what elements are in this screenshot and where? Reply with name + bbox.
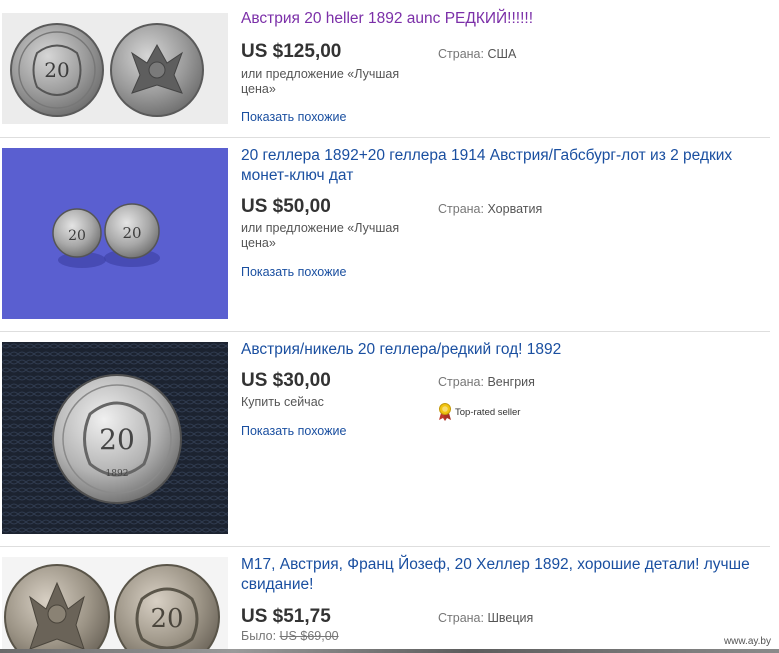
listing-4-price: US $51,75 [241,606,331,627]
coin-year: 1892 [106,469,129,479]
listing-2-buying-format: или предложение «Лучшая цена» [241,221,400,250]
listing-1-photo[interactable]: 20 [2,13,228,124]
listing-divider [0,546,770,547]
top-rated-seller-badge: Top-rated seller [438,403,520,421]
listing-3-show-similar-link[interactable]: Показать похожие [241,424,346,438]
listing-3-title-link[interactable]: Австрия/никель 20 геллера/редкий год! 18… [241,340,761,360]
listing-4-was-price: Было: US $69,00 [241,629,339,643]
listing-1-buying-format: или предложение «Лучшая цена» [241,67,400,96]
country-label: Страна: [438,375,484,389]
listing-1-show-similar-link[interactable]: Показать похожие [241,110,346,124]
country-value: Швеция [487,611,534,625]
listing-divider [0,331,770,332]
country-label: Страна: [438,202,484,216]
listing-4-title-link[interactable]: М17, Австрия, Франц Йозеф, 20 Хеллер 189… [241,555,761,595]
listing-divider [0,137,770,138]
listing-2-price: US $50,00 [241,196,331,217]
listing-1-country: Страна: США [438,47,516,61]
listing-3-price: US $30,00 [241,370,331,391]
coin-denomination: 20 [99,423,135,456]
listing-3-buying-format: Купить сейчас [241,395,324,409]
listing-1-title-link[interactable]: Австрия 20 heller 1892 aunc РЕДКИЙ!!!!!! [241,9,761,29]
coin-denomination: 20 [122,224,141,242]
award-ribbon-icon [439,403,451,421]
country-value: Хорватия [487,202,543,216]
coin-denomination: 20 [68,228,86,244]
listing-2-photo[interactable]: 20 20 [2,148,228,319]
listing-2-country: Страна: Хорватия [438,202,542,216]
listing-3-photo[interactable]: 20 1892 [2,342,228,534]
was-price-value: US $69,00 [279,629,339,643]
site-watermark: www.ay.by [723,636,771,647]
coin-denomination: 20 [150,604,183,634]
listing-1-price: US $125,00 [241,41,342,62]
badge-label: Top-rated seller [455,406,521,418]
listing-4-photo[interactable]: 20 [2,557,228,653]
listing-4-country: Страна: Швеция [438,611,533,625]
country-value: Венгрия [487,375,535,389]
coin-denomination: 20 [44,58,69,82]
taskbar-strip [0,649,779,653]
country-value: США [487,47,517,61]
was-label: Было: [241,629,277,643]
listing-2-show-similar-link[interactable]: Показать похожие [241,265,346,279]
country-label: Страна: [438,611,484,625]
listing-2-title-link[interactable]: 20 геллера 1892+20 геллера 1914 Австрия/… [241,146,761,186]
listing-3-country: Страна: Венгрия [438,375,535,389]
country-label: Страна: [438,47,484,61]
